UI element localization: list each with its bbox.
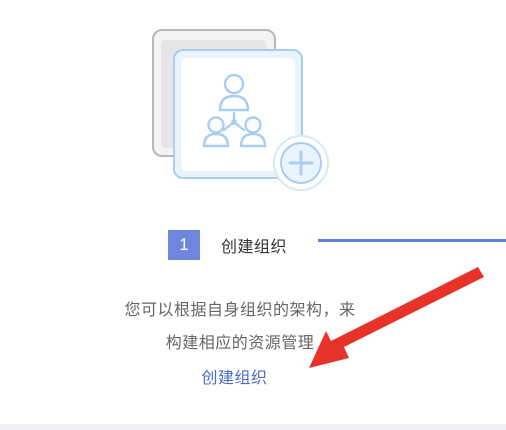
plus-circle-icon [273, 135, 329, 191]
description-line-1: 您可以根据自身组织的架构，来 [124, 302, 356, 319]
step-description: 您可以根据自身组织的架构，来 构建相应的资源管理 [90, 294, 390, 360]
create-organization-empty-state: 1 创建组织 您可以根据自身组织的架构，来 构建相应的资源管理 创建组织 [0, 0, 506, 430]
organization-illustration-icon [152, 29, 329, 191]
step-progress-line [318, 239, 506, 242]
step-indicator: 1 创建组织 [168, 230, 287, 260]
bottom-divider [0, 424, 506, 430]
step-title: 创建组织 [221, 239, 288, 256]
description-line-2: 构建相应的资源管理 [165, 335, 315, 352]
create-organization-link[interactable]: 创建组织 [0, 364, 469, 388]
step-number-badge: 1 [168, 230, 200, 260]
